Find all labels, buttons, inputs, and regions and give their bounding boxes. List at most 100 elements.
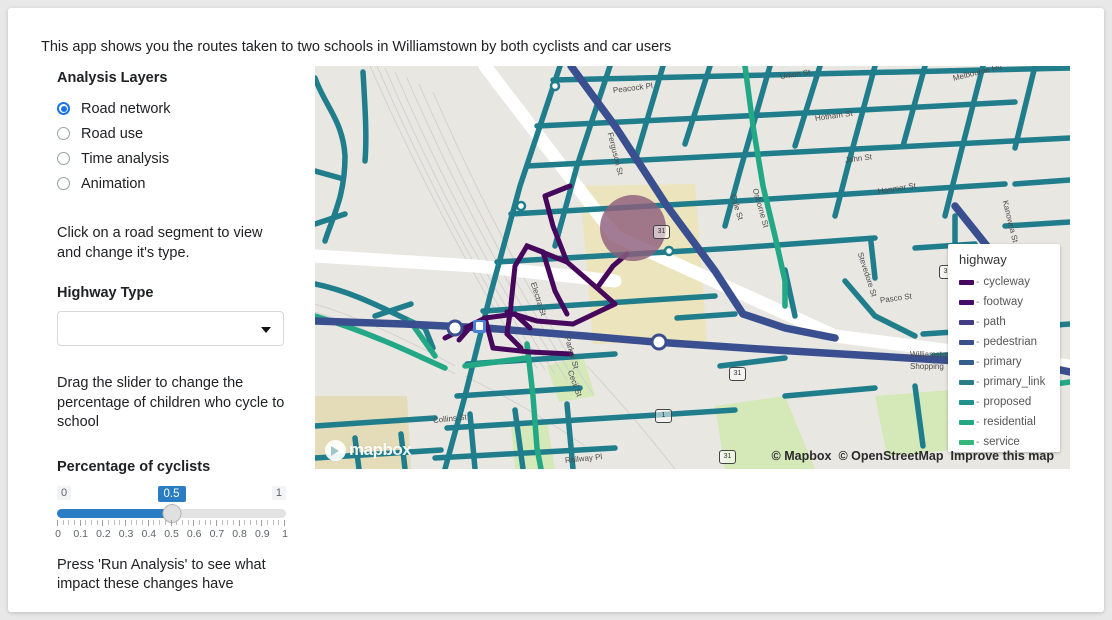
legend-row: - residential: [959, 412, 1060, 432]
slider-tick-label: 0.6: [186, 527, 202, 540]
mapbox-logo[interactable]: mapbox: [325, 439, 412, 461]
slider-tick-label: 0.2: [96, 527, 111, 540]
legend-color-swatch: [959, 399, 974, 405]
legend-row: - path: [959, 312, 1060, 332]
radio-option-road-use[interactable]: Road use: [57, 121, 293, 146]
legend-dash: -: [976, 336, 980, 348]
highway-type-select[interactable]: [57, 311, 284, 346]
slider-tick: [113, 519, 115, 525]
radio-indicator[interactable]: [57, 152, 70, 165]
run-hint-text: Press 'Run Analysis' to see what impact …: [57, 556, 266, 593]
analysis-layers-title: Analysis Layers: [57, 70, 168, 86]
legend-title: highway: [959, 252, 1007, 267]
radio-label: Road use: [81, 125, 144, 142]
app-root: This app shows you the routes taken to t…: [0, 0, 1112, 620]
slider-tick-label: 1: [282, 527, 288, 540]
slider-value-badge: 0.5: [157, 485, 186, 502]
click-hint-text: Click on a road segment to view and chan…: [57, 225, 263, 261]
control-sidebar: Analysis Layers Road network Road use Ti…: [55, 70, 293, 612]
slider-tick: [147, 519, 149, 526]
slider-tick-label: 0.1: [73, 527, 88, 540]
app-card: This app shows you the routes taken to t…: [8, 8, 1104, 612]
slider-tick: [284, 519, 285, 526]
school-marker-circle: [600, 195, 666, 261]
radio-label: Road network: [81, 100, 171, 117]
slider-tick: [74, 519, 76, 525]
slider-tick-label: 0.3: [118, 527, 134, 540]
legend-dash: -: [976, 356, 980, 368]
radio-indicator[interactable]: [57, 102, 70, 115]
slider-tick: [255, 519, 257, 525]
slider-tick-label: 0: [55, 527, 61, 540]
radio-label: Animation: [81, 175, 146, 192]
slider-tick: [249, 519, 251, 525]
slider-tick: [136, 519, 138, 525]
radio-label: Time analysis: [81, 150, 170, 167]
slider-tick: [244, 519, 246, 525]
chevron-down-icon: [261, 327, 271, 333]
radio-option-animation[interactable]: Animation: [57, 171, 293, 196]
slider-tick: [125, 519, 127, 526]
slider-max-label: 1: [271, 485, 286, 500]
slider-tick: [68, 519, 70, 525]
slider-tick: [130, 519, 132, 525]
legend-dash: -: [976, 296, 980, 308]
legend-color-swatch: [959, 299, 974, 305]
legend-label: path: [983, 316, 1006, 328]
radio-indicator[interactable]: [57, 127, 70, 140]
slider-min-label: 0: [57, 485, 72, 500]
legend-row: - primary: [959, 352, 1060, 372]
slider-tick: [215, 519, 217, 526]
legend-row: - cycleway: [959, 272, 1060, 292]
radio-option-time-analysis[interactable]: Time analysis: [57, 146, 293, 171]
attribution-osm[interactable]: © OpenStreetMap: [838, 449, 943, 612]
slider-tick: [193, 519, 195, 526]
cyclist-percentage-slider[interactable]: 0 1 0.5 0 0.1 0.2 0.3 0.4 0.5 0.6 0.7 0.8 0.9 1: [55, 485, 288, 546]
slider-title: Percentage of cyclists: [57, 458, 211, 475]
highway-type-label: Highway Type: [57, 285, 154, 301]
slider-tick-label: 0.5: [164, 527, 179, 540]
slider-tick: [170, 519, 172, 526]
map-attribution: © Mapbox © OpenStreetMap Improve this ma…: [772, 449, 1054, 612]
slider-ticks: [57, 519, 286, 526]
radio-option-road-network[interactable]: Road network: [57, 96, 293, 121]
legend-label: pedestrian: [983, 336, 1038, 348]
legend-row: - footway: [959, 292, 1060, 312]
radio-indicator[interactable]: [57, 177, 70, 190]
slider-tick: [198, 519, 200, 525]
slider-tick: [142, 519, 144, 525]
slider-tick: [79, 519, 81, 526]
legend-dash: -: [976, 396, 980, 408]
slider-tick: [204, 519, 206, 525]
legend-dash: -: [976, 436, 980, 448]
slider-tick: [176, 519, 178, 525]
map-canvas[interactable]: Union StMelbourne RdAitken StHotham StPe…: [315, 66, 1070, 469]
mapbox-mark-icon: [325, 439, 346, 461]
legend-label: proposed: [983, 396, 1032, 408]
slider-tick: [278, 519, 280, 525]
slider-tick-label: 0.9: [254, 527, 270, 540]
rail-station-icon: [473, 320, 486, 333]
slider-tick: [96, 519, 98, 525]
attribution-mapbox[interactable]: © Mapbox: [772, 449, 832, 612]
slider-tick: [62, 519, 64, 525]
slider-tick: [159, 519, 161, 525]
legend-dash: -: [976, 276, 980, 288]
slider-tick: [238, 519, 240, 526]
legend-row: - primary_link: [959, 372, 1060, 392]
legend-color-swatch: [959, 339, 974, 345]
legend-label: footway: [983, 296, 1023, 308]
slider-tick: [272, 519, 274, 525]
legend-label: cycleway: [983, 276, 1030, 288]
legend-label: primary_link: [983, 376, 1046, 388]
intro-text: This app shows you the routes taken to t…: [41, 39, 672, 55]
slider-tick: [85, 519, 87, 525]
mapbox-wordmark: mapbox: [349, 440, 412, 459]
attribution-improve[interactable]: Improve this map: [951, 449, 1055, 612]
slider-hint-text: Drag the slider to change the percentage…: [57, 375, 285, 430]
legend-dash: -: [976, 416, 980, 428]
legend-row: - pedestrian: [959, 332, 1060, 352]
slider-tick: [108, 519, 110, 525]
slider-tick: [232, 519, 234, 525]
slider-tick: [210, 519, 212, 525]
